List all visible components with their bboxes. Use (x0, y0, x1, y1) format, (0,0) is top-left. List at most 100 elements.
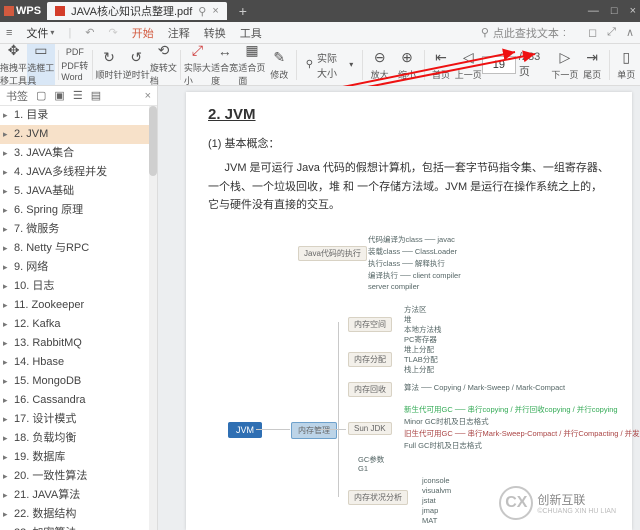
mindmap-leaf: jmap (422, 506, 438, 515)
file-menu[interactable]: 文件▾ (26, 25, 54, 41)
bookmark-label: 10. 日志 (14, 279, 54, 294)
bookmark-item[interactable]: ▸ 16. Cassandra (0, 391, 157, 410)
tab-close[interactable]: × (212, 5, 218, 17)
bookmark-label: 22. 数据结构 (14, 507, 76, 522)
watermark-logo: CX (499, 486, 533, 520)
bookmark-item[interactable]: ▸ 10. 日志 (0, 277, 157, 296)
menu-annotate[interactable]: 注释 (168, 25, 190, 41)
rotate-cw[interactable]: ↻顺时针 (95, 44, 122, 85)
caret-icon: ▸ (3, 127, 8, 142)
bookmark-item[interactable]: ▸13. RabbitMQ (0, 334, 157, 353)
zoom-select[interactable]: ⚲实际大小▾ (306, 50, 354, 80)
next-page[interactable]: ▷下一页 (551, 44, 578, 85)
document-view[interactable]: 2. JVM (1) 基本概念： JVM 是可运行 Java 代码的假想计算机，… (158, 86, 640, 530)
sidebar-header: 书签 ▢ ▣ ☰ ▤ × (0, 86, 157, 106)
bookmark-item[interactable]: ▸20. 一致性算法 (0, 467, 157, 486)
sidebar-icon[interactable]: ☰ (73, 89, 83, 102)
single-page[interactable]: ▯单页 (613, 44, 640, 85)
page-input[interactable]: 19 (482, 56, 516, 74)
bookmark-label: 9. 网络 (14, 260, 48, 275)
bookmark-item[interactable]: ▸3. JAVA集合 (0, 144, 157, 163)
app-logo: WPS (4, 5, 41, 17)
new-tab-button[interactable]: + (239, 3, 247, 19)
bookmark-label: 13. RabbitMQ (14, 336, 82, 351)
bookmark-item[interactable]: ▸ 22. 数据结构 (0, 505, 157, 524)
mindmap-leaf: jstat (422, 496, 436, 505)
zoom-out[interactable]: ⊖放大 (366, 44, 393, 85)
caret-icon: ▸ (3, 431, 8, 446)
first-page[interactable]: ⇤首页 (427, 44, 454, 85)
tab-title: JAVA核心知识点整理.pdf (71, 3, 192, 19)
scrollbar-track[interactable] (149, 106, 157, 530)
bookmark-label: 5. JAVA基础 (14, 184, 74, 199)
menu-icon[interactable]: ≡ (6, 27, 12, 39)
bookmark-item[interactable]: ▸15. MongoDB (0, 372, 157, 391)
close-button[interactable]: × (630, 5, 636, 17)
mindmap-leaf: 装载class ── ClassLoader (368, 246, 457, 257)
rotate-ccw[interactable]: ↺逆时针 (123, 44, 150, 85)
bookmark-item[interactable]: ▸2. JVM (0, 125, 157, 144)
sidebar-title: 书签 (6, 88, 28, 104)
bookmark-item[interactable]: ▸9. 网络 (0, 258, 157, 277)
caret-icon: ▸ (3, 355, 8, 370)
search-box[interactable]: ⚲ 点此查找文本 : (481, 25, 566, 41)
zoom-in[interactable]: ⊕缩小 (393, 44, 420, 85)
caret-icon: ▸ (3, 507, 8, 522)
page-heading: 2. JVM (208, 106, 610, 123)
bookmark-item[interactable]: ▸4. JAVA多线程并发 (0, 163, 157, 182)
mindmap-leaf: Full GC时机及日志格式 (404, 440, 482, 451)
bookmark-label: 16. Cassandra (14, 393, 86, 408)
bookmark-label: 6. Spring 原理 (14, 203, 83, 218)
pdf-to-word[interactable]: PDFPDF转Word (61, 44, 88, 85)
fullscreen-icon[interactable]: ⤢ (607, 26, 616, 39)
bookmark-item[interactable]: ▸12. Kafka (0, 315, 157, 334)
rotate-doc[interactable]: ⟲旋转文档 (150, 44, 177, 85)
bookmark-item[interactable]: ▸18. 负载均衡 (0, 429, 157, 448)
titlebar: WPS JAVA核心知识点整理.pdf ⚲ × + — □ × (0, 0, 640, 22)
bookmark-item[interactable]: ▸7. 微服务 (0, 220, 157, 239)
bookmark-item[interactable]: ▸8. Netty 与RPC (0, 239, 157, 258)
caret-icon: ▸ (3, 279, 8, 294)
bookmark-item[interactable]: ▸17. 设计模式 (0, 410, 157, 429)
sidebar-icon[interactable]: ▣ (54, 89, 64, 102)
watermark: CX 创新互联 ©CHUANG XIN HU LIAN (499, 486, 616, 520)
minimize-button[interactable]: — (588, 5, 599, 17)
actual-size[interactable]: ⤢实际大小 (184, 44, 211, 85)
bookmark-item[interactable]: ▸14. Hbase (0, 353, 157, 372)
pdf-icon (55, 6, 65, 16)
sidebar-icon[interactable]: ▤ (91, 89, 101, 102)
bookmark-label: 15. MongoDB (14, 374, 81, 389)
menu-tools[interactable]: 工具 (240, 25, 262, 41)
bookmark-item[interactable]: ▸ 19. 数据库 (0, 448, 157, 467)
collapse-icon[interactable]: ∧ (626, 26, 634, 39)
redo-icon[interactable]: ↷ (109, 26, 118, 39)
fit-width[interactable]: ↔适合宽度 (211, 44, 238, 85)
caret-icon: ▸ (3, 450, 8, 465)
sidebar-icon[interactable]: ▢ (36, 89, 46, 102)
paragraph: JVM 是可运行 Java 代码的假想计算机，包括一套字节码指令集、一组寄存器、… (208, 159, 610, 215)
menu-convert[interactable]: 转换 (204, 25, 226, 41)
bookmark-item[interactable]: ▸21. JAVA算法 (0, 486, 157, 505)
bookmark-item[interactable]: ▸1. 目录 (0, 106, 157, 125)
prev-page[interactable]: ◁上一页 (455, 44, 482, 85)
bookmark-item[interactable]: ▸6. Spring 原理 (0, 201, 157, 220)
maximize-button[interactable]: □ (611, 5, 618, 17)
mindmap-node: Sun JDK (348, 422, 392, 435)
drag-pan-tool[interactable]: ✥拖拽平移工具 (0, 44, 27, 85)
document-tab[interactable]: JAVA核心知识点整理.pdf ⚲ × (47, 2, 227, 20)
sidebar-close[interactable]: × (145, 90, 151, 102)
last-page[interactable]: ⇥尾页 (579, 44, 606, 85)
undo-icon[interactable]: ↶ (85, 26, 94, 39)
caret-icon: ▸ (3, 393, 8, 408)
toggle-icon[interactable]: ◻ (588, 26, 597, 39)
bookmark-item[interactable]: ▸23. 加密算法 (0, 524, 157, 530)
bookmark-label: 19. 数据库 (14, 450, 65, 465)
scrollbar-thumb[interactable] (149, 106, 157, 176)
menu-start[interactable]: 开始 (132, 25, 154, 41)
pin-icon[interactable]: ⚲ (198, 5, 206, 18)
bookmark-item[interactable]: ▸11. Zookeeper (0, 296, 157, 315)
bookmark-item[interactable]: ▸5. JAVA基础 (0, 182, 157, 201)
select-tool[interactable]: ▭选框工具 (27, 44, 54, 85)
edit-button[interactable]: ✎修改 (266, 44, 293, 85)
fit-page[interactable]: ▦适合页面 (238, 44, 265, 85)
